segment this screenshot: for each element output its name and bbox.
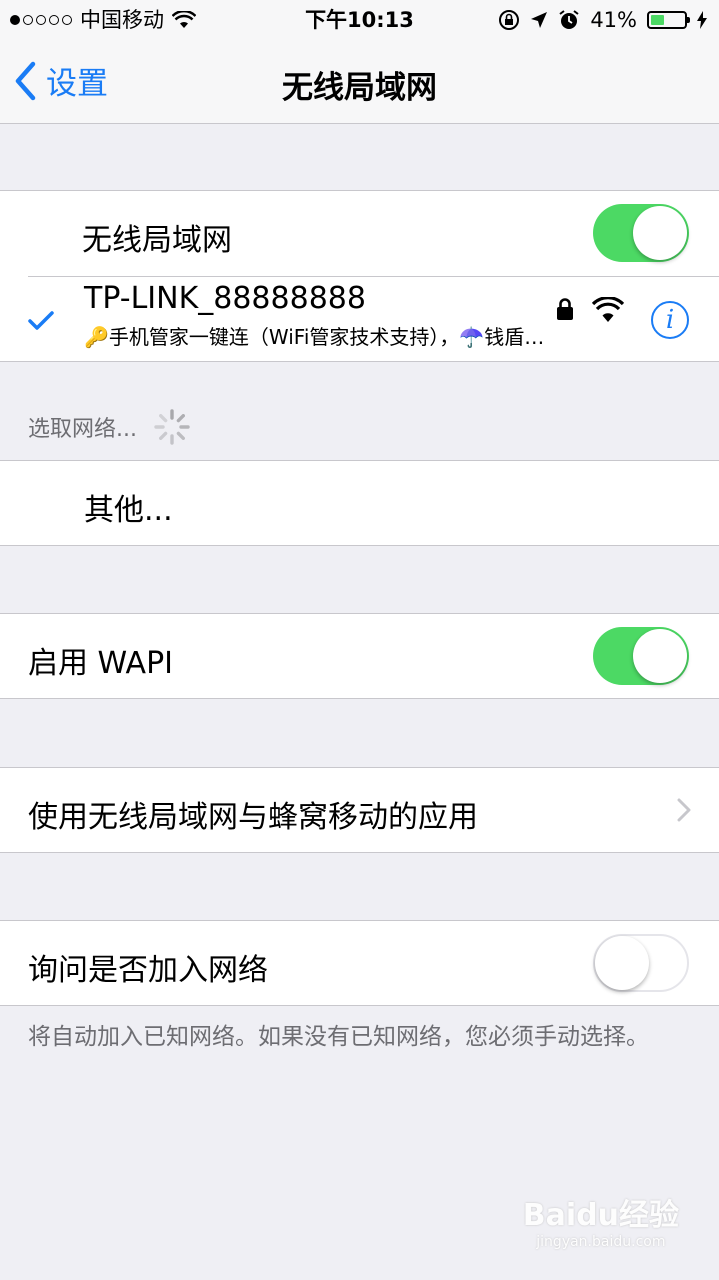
battery-percent: 41% xyxy=(590,8,637,32)
wapi-label: 启用 WAPI xyxy=(28,646,174,681)
navigation-bar: 设置 无线局域网 xyxy=(0,40,719,124)
connected-network-row[interactable]: TP-LINK_88888888 🔑手机管家一键连（WiFi管家技术支持），☂️… xyxy=(0,277,719,362)
apps-using-wlan-row[interactable]: 使用无线局域网与蜂窝移动的应用 xyxy=(0,768,719,853)
apps-group: 使用无线局域网与蜂窝移动的应用 xyxy=(0,767,719,853)
checkmark-icon xyxy=(28,311,54,330)
watermark-sub: jingyan.baidu.com xyxy=(536,1234,666,1250)
loading-spinner-icon xyxy=(154,409,190,445)
location-icon xyxy=(531,12,548,28)
choose-network-label: 选取网络... xyxy=(28,417,137,442)
network-subtitle: 🔑手机管家一键连（WiFi管家技术支持），☂️钱盾… xyxy=(84,325,545,349)
other-network-row[interactable]: 其他... xyxy=(0,461,719,546)
apps-using-wlan-label: 使用无线局域网与蜂窝移动的应用 xyxy=(28,800,478,835)
wapi-row: 启用 WAPI xyxy=(0,614,719,699)
other-network-label: 其他... xyxy=(84,493,173,528)
choose-network-header: 选取网络... xyxy=(28,408,191,446)
ask-join-group: 询问是否加入网络 xyxy=(0,920,719,1006)
lock-icon xyxy=(557,298,573,320)
battery-icon xyxy=(647,11,690,29)
alarm-icon xyxy=(559,10,579,29)
ask-join-footer: 将自动加入已知网络。如果没有已知网络，您必须手动选择。 xyxy=(28,1024,649,1050)
ask-join-row: 询问是否加入网络 xyxy=(0,921,719,1006)
page-title: 无线局域网 xyxy=(282,70,437,106)
status-bar: 中国移动 下午10:13 41% xyxy=(0,0,719,40)
wifi-icon xyxy=(592,297,624,322)
wifi-toggle-row: 无线局域网 xyxy=(0,191,719,276)
network-name: TP-LINK_88888888 xyxy=(84,281,366,316)
other-group: 其他... xyxy=(0,460,719,546)
wifi-switch[interactable] xyxy=(593,204,689,262)
ask-join-label: 询问是否加入网络 xyxy=(28,953,268,988)
watermark-text: Baidu经验 xyxy=(522,1198,679,1233)
wapi-group: 启用 WAPI xyxy=(0,613,719,699)
charging-icon xyxy=(697,11,707,29)
info-icon[interactable]: i xyxy=(651,301,689,339)
wifi-toggle-label: 无线局域网 xyxy=(82,223,232,258)
ask-join-switch[interactable] xyxy=(593,934,689,992)
wifi-group: 无线局域网 TP-LINK_88888888 🔑手机管家一键连（WiFi管家技术… xyxy=(0,190,719,362)
chevron-right-icon xyxy=(677,798,691,822)
rotation-lock-icon xyxy=(499,10,520,30)
baidu-watermark: Baidu经验 jingyan.baidu.com xyxy=(523,1190,679,1250)
wapi-switch[interactable] xyxy=(593,627,689,685)
